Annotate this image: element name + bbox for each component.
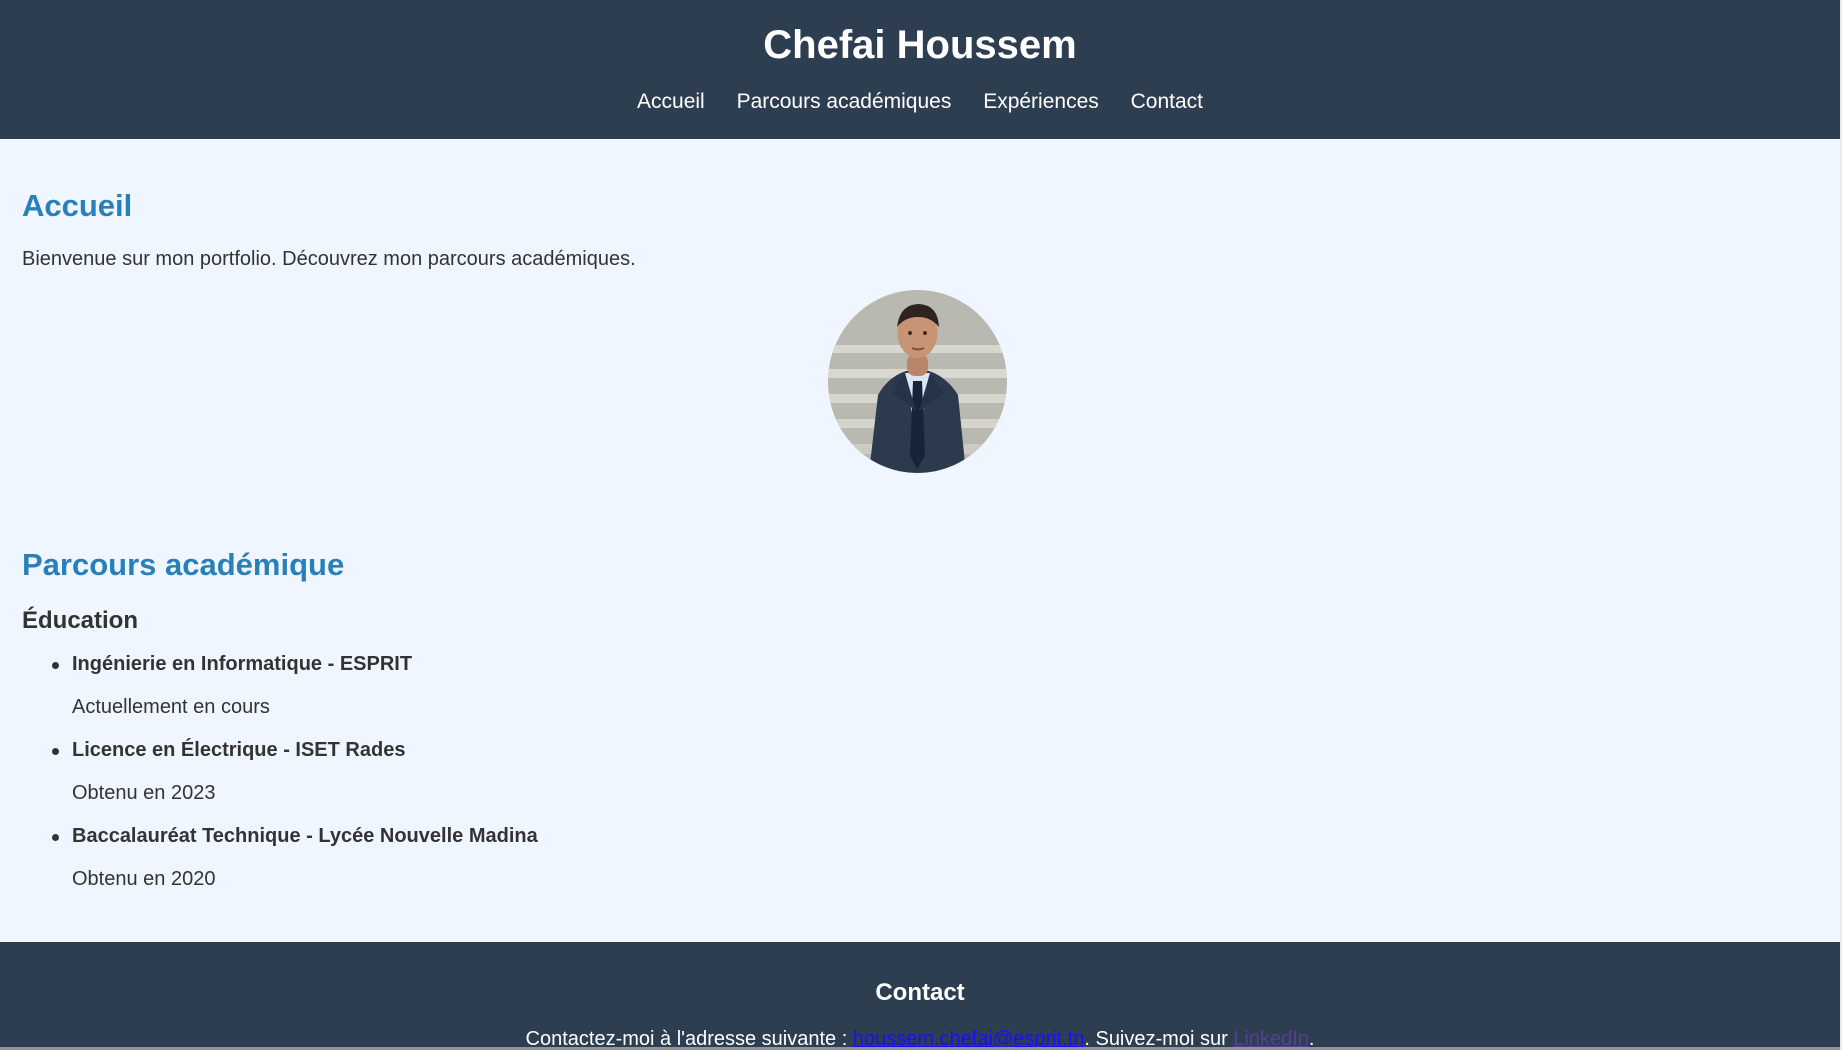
portfolio-page: Chefai Houssem Accueil Parcours académiq… [0, 0, 1842, 1050]
profile-photo-illustration [828, 290, 1007, 473]
nav-link-experiences[interactable]: Expériences [983, 90, 1099, 113]
education-heading: Éducation [22, 607, 139, 634]
contact-footer: Contact Contactez-moi à l'adresse suivan… [0, 942, 1840, 1050]
education-title: Baccalauréat Technique - Lycée Nouvelle … [72, 825, 538, 847]
intro-text: Bienvenue sur mon portfolio. Découvrez m… [22, 248, 636, 270]
main-navigation: Accueil Parcours académiques Expériences… [0, 89, 1840, 115]
nav-link-contact[interactable]: Contact [1131, 90, 1203, 113]
education-title: Licence en Électrique - ISET Rades [72, 739, 406, 761]
profile-photo [828, 290, 1007, 473]
footer-heading: Contact [875, 979, 965, 1006]
education-item: Licence en Électrique - ISET Rades Obten… [22, 738, 1022, 824]
home-heading: Accueil [22, 188, 133, 223]
bullet-icon [52, 662, 59, 669]
nav-link-accueil[interactable]: Accueil [637, 90, 705, 113]
site-title: Chefai Houssem [763, 23, 1077, 67]
education-list: Ingénierie en Informatique - ESPRIT Actu… [22, 652, 1022, 910]
education-detail: Obtenu en 2023 [72, 782, 216, 804]
education-item: Ingénierie en Informatique - ESPRIT Actu… [22, 652, 1022, 738]
academic-heading: Parcours académique [22, 547, 345, 582]
bullet-icon [52, 834, 59, 841]
bullet-icon [52, 748, 59, 755]
site-header: Chefai Houssem Accueil Parcours académiq… [0, 0, 1840, 139]
nav-link-parcours[interactable]: Parcours académiques [737, 90, 952, 113]
education-detail: Obtenu en 2020 [72, 868, 216, 890]
education-title: Ingénierie en Informatique - ESPRIT [72, 653, 413, 675]
education-detail: Actuellement en cours [72, 696, 270, 718]
education-item: Baccalauréat Technique - Lycée Nouvelle … [22, 824, 1022, 910]
